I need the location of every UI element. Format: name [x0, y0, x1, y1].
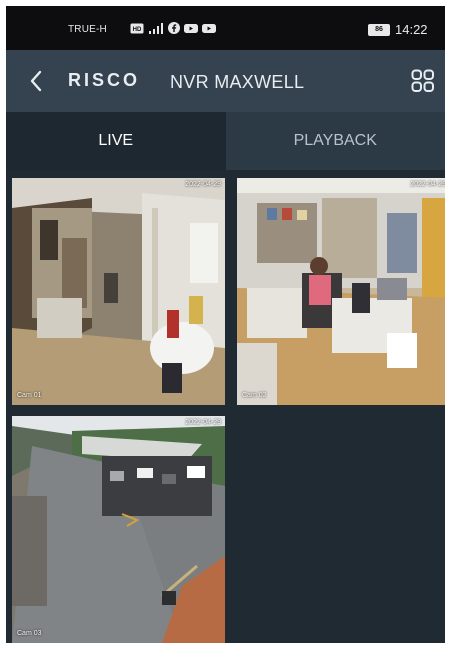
- status-bar: TRUE-H HD 86 14:22: [6, 6, 445, 50]
- camera-feed-1: [12, 178, 225, 405]
- camera-timestamp: 2022-04-29: [185, 181, 221, 188]
- camera-timestamp: 2022-04-29: [410, 181, 445, 188]
- app-header: RISCO NVR MAXWELL: [6, 50, 445, 112]
- camera-label: Cam 03: [17, 630, 42, 637]
- signal-icon: [148, 22, 164, 37]
- grid-view-button[interactable]: [411, 68, 435, 94]
- youtube-icon: [184, 23, 198, 37]
- hd-icon: HD: [130, 23, 144, 37]
- back-button[interactable]: [26, 68, 48, 94]
- camera-tile-3[interactable]: 2022-04-29 Cam 03: [12, 416, 225, 643]
- camera-feed-2: [237, 178, 445, 405]
- camera-label: Cam 02: [242, 392, 267, 399]
- grid-view-icon: [411, 69, 434, 92]
- camera-grid: 2022-04-29 Cam 01 2022-04-29 Cam 02 2022…: [6, 170, 445, 643]
- status-icons: HD: [130, 22, 216, 37]
- facebook-icon: [168, 22, 180, 37]
- camera-label: Cam 01: [17, 392, 42, 399]
- chevron-left-icon: [30, 70, 42, 92]
- carrier-name: TRUE-H: [68, 24, 107, 35]
- page-title: NVR MAXWELL: [170, 72, 305, 92]
- clock: 14:22: [395, 22, 428, 37]
- risco-logo: RISCO: [68, 70, 141, 90]
- svg-text:HD: HD: [133, 27, 142, 33]
- camera-feed-3: [12, 416, 225, 643]
- youtube-icon: [202, 23, 216, 37]
- camera-tile-1[interactable]: 2022-04-29 Cam 01: [12, 178, 225, 405]
- battery-indicator: 86: [368, 24, 390, 36]
- camera-timestamp: 2022-04-29: [185, 419, 221, 426]
- tab-live[interactable]: LIVE: [6, 112, 226, 170]
- camera-tile-2[interactable]: 2022-04-29 Cam 02: [237, 178, 445, 405]
- view-tabs: LIVE PLAYBACK: [6, 112, 445, 170]
- tab-playback[interactable]: PLAYBACK: [225, 112, 445, 170]
- app-screen: TRUE-H HD 86 14:22 RISCO NVR MAXWELL LIV…: [6, 6, 445, 643]
